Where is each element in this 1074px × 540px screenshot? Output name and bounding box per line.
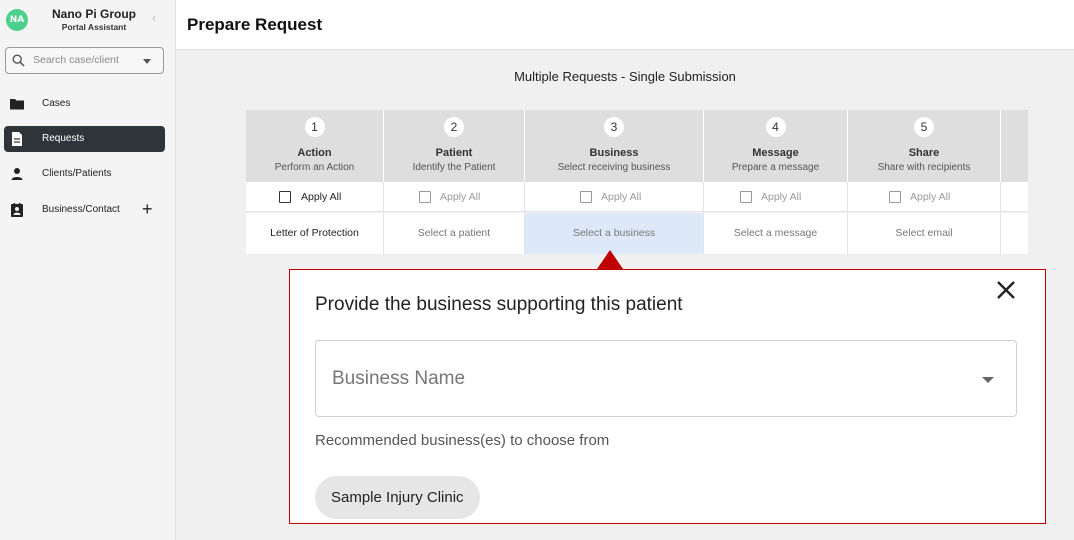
search-icon [12, 54, 25, 67]
page-title: Prepare Request [187, 15, 323, 34]
step-number: 2 [444, 117, 464, 137]
apply-all-checkbox[interactable] [279, 191, 291, 203]
step-title: Share [908, 147, 940, 159]
business-name-placeholder: Business Name [332, 368, 466, 389]
sidebar-item-label: Clients/Patients [42, 168, 112, 179]
step-message: 4 Message Prepare a message [704, 110, 848, 182]
apply-all-label: Apply All [761, 191, 802, 203]
step-business: 3 Business Select receiving business [525, 110, 704, 182]
popover-pointer [597, 250, 623, 269]
step-subtitle: Identify the Patient [412, 162, 496, 173]
step-subtitle: Prepare a message [731, 162, 820, 173]
apply-all-business[interactable]: Apply All [525, 182, 704, 212]
search-placeholder: Search case/client [33, 54, 119, 66]
step-subtitle: Select receiving business [557, 162, 671, 173]
apply-all-label: Apply All [440, 191, 481, 203]
apply-all-checkbox[interactable] [740, 191, 752, 203]
add-business-icon[interactable]: + [142, 200, 153, 218]
apply-all-checkbox[interactable] [889, 191, 901, 203]
apply-all-checkbox[interactable] [419, 191, 431, 203]
select-email-cell[interactable]: Select email [848, 213, 1001, 254]
close-icon[interactable] [994, 278, 1018, 302]
select-patient-cell[interactable]: Select a patient [384, 213, 525, 254]
select-message-cell[interactable]: Select a message [704, 213, 848, 254]
document-icon [12, 132, 22, 146]
step-subtitle: Share with recipients [877, 162, 971, 173]
select-action-cell[interactable]: Letter of Protection [246, 213, 384, 254]
apply-all-message[interactable]: Apply All [704, 182, 848, 212]
business-name-select[interactable]: Business Name [315, 340, 1017, 417]
apply-all-label: Apply All [601, 191, 642, 203]
business-popover: Provide the business supporting this pat… [289, 269, 1046, 524]
collapse-sidebar-icon[interactable]: ‹ [152, 10, 156, 25]
avatar[interactable]: NA [6, 9, 28, 31]
chevron-down-icon[interactable] [982, 377, 994, 383]
page-header: Prepare Request [176, 0, 1074, 50]
apply-all-row: Apply All Apply All Apply All Apply All … [246, 182, 1028, 212]
step-number: 4 [765, 117, 786, 137]
chevron-down-icon[interactable] [143, 59, 151, 64]
search-input[interactable]: Search case/client [5, 47, 164, 74]
step-subtitle: Perform an Action [274, 162, 355, 173]
step-action: 1 Action Perform an Action [246, 110, 384, 182]
brand-name: Nano Pi Group [52, 7, 136, 21]
apply-all-action[interactable]: Apply All [246, 182, 384, 212]
recommended-business-chip[interactable]: Sample Injury Clinic [315, 476, 480, 519]
selection-row: Letter of Protection Select a patient Se… [246, 213, 1028, 254]
recommended-label: Recommended business(es) to choose from [315, 432, 610, 449]
apply-all-checkbox[interactable] [580, 191, 592, 203]
section-subtitle: Multiple Requests - Single Submission [514, 69, 736, 84]
step-title: Business [589, 147, 639, 159]
apply-all-share[interactable]: Apply All [848, 182, 1001, 212]
sidebar-item-label: Cases [42, 98, 71, 109]
brand-subtitle: Portal Assistant [61, 22, 127, 32]
popover-title: Provide the business supporting this pat… [315, 294, 683, 315]
step-number: 1 [304, 117, 325, 137]
sidebar-item-clients-patients[interactable]: Clients/Patients [4, 161, 165, 187]
contact-book-icon [11, 203, 23, 217]
brand-header: NA Nano Pi Group Portal Assistant ‹ [0, 0, 176, 40]
apply-all-label: Apply All [910, 191, 951, 203]
step-patient: 2 Patient Identify the Patient [384, 110, 525, 182]
sidebar: NA Nano Pi Group Portal Assistant ‹ Sear… [0, 0, 176, 540]
step-title: Action [297, 147, 332, 159]
sidebar-item-requests[interactable]: Requests [4, 126, 165, 152]
folder-icon [10, 99, 24, 110]
sidebar-item-cases[interactable]: Cases [4, 91, 165, 117]
step-title: Message [752, 147, 799, 159]
step-number: 5 [914, 117, 934, 137]
sidebar-item-business-contact[interactable]: Business/Contact [4, 197, 165, 223]
apply-all-patient[interactable]: Apply All [384, 182, 525, 212]
sidebar-item-label: Requests [42, 133, 85, 144]
step-share: 5 Share Share with recipients [848, 110, 1001, 182]
select-business-cell[interactable]: Select a business [525, 213, 704, 254]
apply-all-label: Apply All [301, 191, 342, 203]
sidebar-item-label: Business/Contact [42, 204, 120, 215]
steps-header: 1 Action Perform an Action 2 Patient Ide… [246, 110, 1028, 182]
person-icon [11, 168, 23, 180]
step-number: 3 [604, 117, 624, 137]
step-title: Patient [435, 147, 473, 159]
